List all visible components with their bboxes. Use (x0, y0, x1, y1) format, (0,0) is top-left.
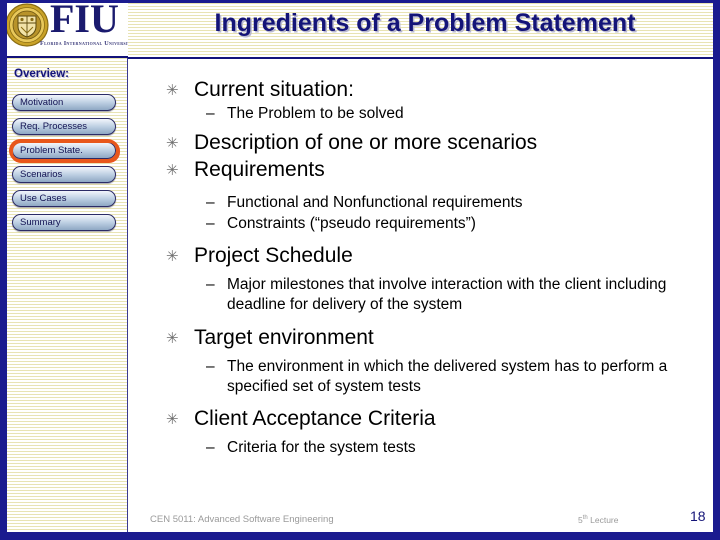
bullet-text: Project Schedule (194, 244, 353, 267)
sidebar-divider (127, 58, 128, 533)
sub-bullet-item: – Functional and Nonfunctional requireme… (164, 193, 709, 213)
bullet-item: ✳ Project Schedule (164, 243, 709, 269)
slide-body: ✳ Current situation: – The Problem to be… (128, 59, 713, 499)
logo-wordmark: FIU (50, 0, 119, 41)
dash-marker-icon: – (206, 276, 215, 293)
sub-bullet-text: The Problem to be solved (227, 105, 404, 122)
sidebar-item-label: Req. Processes (20, 121, 88, 132)
slide-number: 18 (690, 508, 706, 524)
sub-bullet-item: – The environment in which the delivered… (164, 357, 709, 397)
presentation-slide: Ingredients of a Problem Statement FIU F… (0, 0, 720, 540)
bullet-item: ✳ Requirements (164, 157, 709, 183)
bullet-list: ✳ Current situation: – The Problem to be… (164, 77, 709, 459)
bullet-item: ✳ Current situation: (164, 77, 709, 103)
footer-lecture-ordinal: th (582, 515, 588, 522)
sub-bullet-text: The environment in which the delivered s… (227, 358, 668, 395)
sidebar-item-req-processes[interactable]: Req. Processes (12, 118, 116, 135)
bullet-item: ✳ Description of one or more scenarios (164, 130, 709, 156)
sidebar-item-scenarios[interactable]: Scenarios (12, 166, 116, 183)
sub-bullet-text: Constraints (“pseudo requirements”) (227, 215, 476, 232)
sub-bullet-item: – Constraints (“pseudo requirements”) (164, 214, 709, 234)
title-underline (128, 57, 713, 59)
slide-right-border (713, 0, 720, 540)
sidebar-item-motivation[interactable]: Motivation (12, 94, 116, 111)
sidebar-nav: Motivation Req. Processes Problem State.… (9, 94, 120, 238)
dash-marker-icon: – (206, 105, 215, 122)
dash-marker-icon: – (206, 194, 215, 211)
bullet-marker-icon: ✳ (166, 162, 179, 179)
sidebar-item-summary[interactable]: Summary (12, 214, 116, 231)
bullet-text: Requirements (194, 158, 325, 181)
sidebar-item-problem-statement[interactable]: Problem State. (9, 139, 120, 163)
dash-marker-icon: – (206, 215, 215, 232)
sidebar-item-use-cases[interactable]: Use Cases (12, 190, 116, 207)
bullet-item: ✳ Client Acceptance Criteria (164, 406, 709, 432)
slide-left-border (0, 0, 7, 540)
dash-marker-icon: – (206, 358, 215, 375)
sidebar-item-label: Summary (20, 217, 61, 228)
footer-course-label: CEN 5011: Advanced Software Engineering (150, 514, 334, 525)
footer-lecture-word: Lecture (590, 515, 619, 525)
footer-lecture-label: 5th Lecture (578, 515, 618, 525)
sidebar-heading: Overview: (14, 68, 69, 80)
sidebar-item-label: Motivation (20, 97, 64, 108)
sub-bullet-text: Functional and Nonfunctional requirement… (227, 194, 523, 211)
slide-top-border (0, 0, 720, 3)
bullet-text: Current situation: (194, 78, 354, 101)
dash-marker-icon: – (206, 439, 215, 456)
bullet-marker-icon: ✳ (166, 411, 179, 428)
bullet-item: ✳ Target environment (164, 325, 709, 351)
logo-block: FIU Florida International University (0, 0, 128, 58)
sub-bullet-text: Criteria for the system tests (227, 439, 416, 456)
sidebar-item-label: Problem State. (20, 145, 83, 156)
bullet-marker-icon: ✳ (166, 82, 179, 99)
page-title: Ingredients of a Problem Statement (214, 9, 636, 37)
logo-underline (0, 56, 128, 58)
sub-bullet-item: – Criteria for the system tests (164, 438, 709, 458)
bullet-marker-icon: ✳ (166, 135, 179, 152)
bullet-marker-icon: ✳ (166, 248, 179, 265)
bullet-marker-icon: ✳ (166, 330, 179, 347)
slide-bottom-border (0, 532, 720, 540)
bullet-text: Client Acceptance Criteria (194, 407, 436, 430)
sub-bullet-item: – Major milestones that involve interact… (164, 275, 709, 315)
bullet-text: Description of one or more scenarios (194, 131, 538, 154)
sub-bullet-text: Major milestones that involve interactio… (227, 276, 667, 313)
sub-bullet-item: – The Problem to be solved (164, 104, 709, 124)
sidebar-item-label: Use Cases (20, 193, 67, 204)
bullet-text: Target environment (194, 326, 374, 349)
logo-tagline: Florida International University (40, 40, 128, 47)
sidebar-item-label: Scenarios (20, 169, 63, 180)
